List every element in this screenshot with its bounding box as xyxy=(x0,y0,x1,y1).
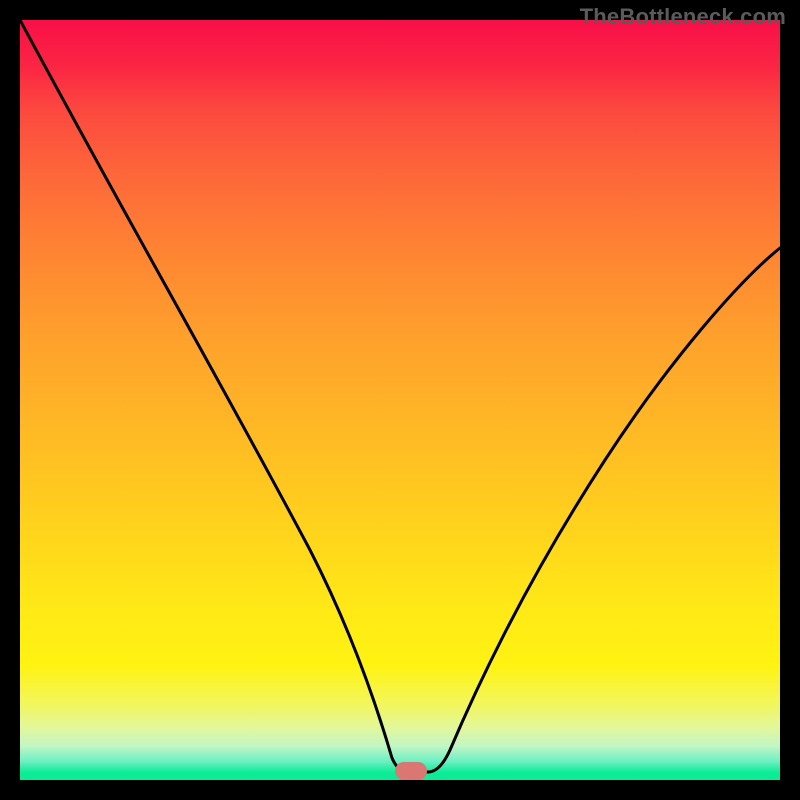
bottleneck-curve-path xyxy=(20,20,780,772)
curve-layer xyxy=(20,20,780,780)
plot-area xyxy=(20,20,780,780)
optimal-point-marker xyxy=(395,762,427,780)
watermark-text: TheBottleneck.com xyxy=(580,4,786,30)
chart-frame: TheBottleneck.com xyxy=(0,0,800,800)
